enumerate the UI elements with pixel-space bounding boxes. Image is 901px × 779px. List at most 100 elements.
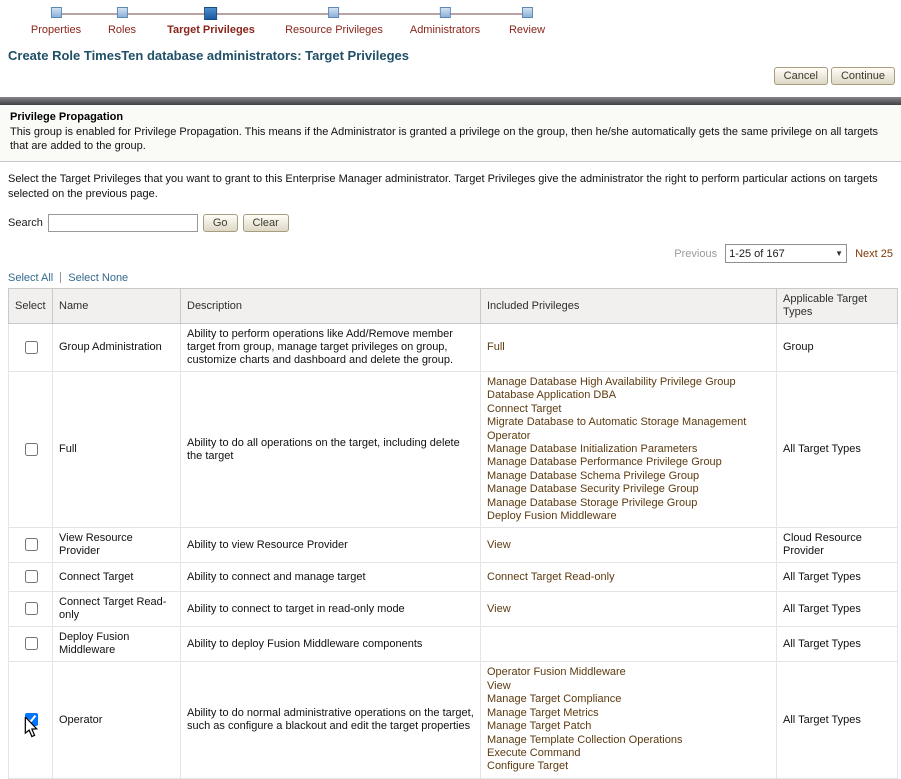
row-select-checkbox[interactable] bbox=[24, 442, 38, 456]
train-step-marker bbox=[50, 7, 62, 18]
included-privileges-cell: View bbox=[480, 527, 777, 564]
privilege-name-cell: Group Administration bbox=[52, 323, 181, 372]
chevron-down-icon: ▼ bbox=[835, 249, 844, 258]
included-privilege-item: Manage Target Metrics bbox=[487, 706, 599, 719]
pagination-next[interactable]: Next 25 bbox=[855, 248, 893, 260]
train-step-review[interactable]: Review bbox=[509, 7, 545, 36]
row-select-cell bbox=[8, 591, 53, 628]
row-select-checkbox[interactable] bbox=[24, 340, 38, 354]
instructions-text: Select the Target Privileges that you wa… bbox=[8, 173, 878, 200]
row-select-checkbox[interactable] bbox=[24, 538, 38, 552]
included-privilege-item: Manage Database Schema Privilege Group bbox=[487, 469, 700, 482]
privilege-description-cell: Ability to connect to target in read-onl… bbox=[180, 591, 481, 628]
page-title: Create Role TimesTen database administra… bbox=[8, 48, 409, 63]
table-body: Group Administration Ability to perform o… bbox=[8, 323, 898, 779]
row-select-cell bbox=[8, 323, 53, 372]
row-select-checkbox[interactable] bbox=[24, 602, 38, 616]
column-header-description: Description bbox=[180, 288, 481, 324]
included-privilege-item: Manage Database Storage Privilege Group bbox=[487, 496, 698, 509]
privilege-description-cell: Ability to perform operations like Add/R… bbox=[180, 323, 481, 372]
train-step-marker bbox=[439, 7, 451, 18]
wizard-train: Properties Roles Target Privileges Resou… bbox=[0, 0, 901, 46]
included-privilege-item: Migrate Database to Automatic Storage Ma… bbox=[487, 416, 747, 429]
applicable-target-types-cell: Group bbox=[776, 323, 898, 372]
included-privilege-item: Manage Target Compliance bbox=[487, 693, 622, 706]
train-step-target-privileges[interactable]: Target Privileges bbox=[167, 7, 255, 36]
included-privileges-cell bbox=[480, 626, 777, 663]
table-header-row: Select Name Description Included Privile… bbox=[8, 288, 898, 324]
privilege-name-cell: Connect Target bbox=[52, 562, 181, 593]
continue-button[interactable]: Continue bbox=[830, 67, 895, 85]
table-row: Group Administration Ability to perform o… bbox=[8, 323, 898, 372]
pagination: Previous 1-25 of 167 ▼ Next 25 bbox=[0, 244, 893, 263]
included-privileges-cell: Connect Target Read-only bbox=[480, 562, 777, 593]
included-privilege-item: Manage Database Security Privilege Group bbox=[487, 483, 699, 496]
search-input[interactable] bbox=[47, 214, 198, 232]
table-row: Deploy Fusion Middleware Ability to deplo… bbox=[8, 626, 898, 663]
table-row: Connect Target Read-only Ability to conne… bbox=[8, 591, 898, 628]
included-privilege-item: Deploy Fusion Middleware bbox=[487, 510, 617, 523]
table-row: Full Ability to do all operations on the … bbox=[8, 370, 898, 529]
included-privilege-item: Manage Database Initialization Parameter… bbox=[487, 443, 698, 456]
included-privileges-cell: Operator Fusion Middleware View Manage Tar… bbox=[480, 661, 777, 779]
train-step-resource-privileges[interactable]: Resource Privileges bbox=[285, 7, 383, 36]
privilege-propagation-panel: Privilege Propagation This group is enab… bbox=[0, 105, 901, 162]
row-select-cell bbox=[8, 370, 53, 529]
included-privilege-item: Execute Command bbox=[487, 746, 581, 759]
row-select-cell bbox=[8, 661, 53, 779]
select-all-link[interactable]: Select All bbox=[8, 272, 53, 284]
included-privilege-item: View bbox=[487, 538, 511, 551]
row-select-checkbox[interactable] bbox=[24, 570, 38, 584]
included-privileges-cell: View bbox=[480, 591, 777, 628]
search-label: Search bbox=[8, 217, 43, 229]
select-none-link[interactable]: Select None bbox=[68, 272, 128, 284]
search-row: Search Go Clear bbox=[8, 214, 901, 232]
row-select-checkbox[interactable] bbox=[24, 713, 38, 727]
included-privileges-cell: Manage Database High Availability Privil… bbox=[480, 370, 777, 529]
link-divider bbox=[60, 272, 62, 283]
train-step-label: Roles bbox=[107, 24, 137, 36]
privilege-name-cell: Operator bbox=[52, 661, 181, 779]
privilege-description-cell: Ability to connect and manage target bbox=[180, 562, 481, 593]
privilege-name-cell: View Resource Provider bbox=[52, 527, 181, 564]
row-select-checkbox[interactable] bbox=[24, 637, 38, 651]
column-header-select: Select bbox=[8, 288, 53, 324]
table-row: View Resource Provider Ability to view Re… bbox=[8, 527, 898, 564]
clear-button[interactable]: Clear bbox=[242, 214, 289, 232]
selection-links: Select All Select None bbox=[8, 272, 901, 284]
train-step-label: Review bbox=[508, 24, 546, 36]
train-step-administrators[interactable]: Administrators bbox=[410, 7, 480, 36]
privilege-propagation-text: This group is enabled for Privilege Prop… bbox=[10, 126, 879, 152]
privilege-description-cell: Ability to do all operations on the targ… bbox=[180, 370, 481, 529]
privilege-description-cell: Ability to view Resource Provider bbox=[180, 527, 481, 564]
train-step-roles[interactable]: Roles bbox=[108, 7, 136, 36]
row-select-cell bbox=[8, 562, 53, 593]
row-select-cell bbox=[8, 527, 53, 564]
applicable-target-types-cell: All Target Types bbox=[776, 661, 898, 779]
train-step-properties[interactable]: Properties bbox=[31, 7, 81, 36]
page-range-value: 1-25 of 167 bbox=[729, 247, 785, 260]
included-privilege-item: Database Application DBA bbox=[487, 389, 617, 402]
included-privilege-item: Operator Fusion Middleware bbox=[487, 666, 626, 679]
included-privilege-item: Connect Target bbox=[487, 402, 562, 415]
go-button[interactable]: Go bbox=[202, 214, 238, 232]
privilege-name-cell: Full bbox=[52, 370, 181, 529]
privilege-name-cell: Connect Target Read-only bbox=[52, 591, 181, 628]
applicable-target-types-cell: All Target Types bbox=[776, 591, 898, 628]
applicable-target-types-cell: All Target Types bbox=[776, 562, 898, 593]
train-step-marker bbox=[328, 7, 340, 18]
column-header-name: Name bbox=[52, 288, 181, 324]
cancel-button[interactable]: Cancel bbox=[773, 67, 828, 85]
included-privilege-item: Manage Database Performance Privilege Gr… bbox=[487, 456, 722, 469]
privileges-table: Select Name Description Included Privile… bbox=[8, 288, 898, 779]
applicable-target-types-cell: All Target Types bbox=[776, 370, 898, 529]
train-step-label: Target Privileges bbox=[167, 24, 255, 36]
train-step-marker bbox=[521, 7, 533, 18]
applicable-target-types-cell: All Target Types bbox=[776, 626, 898, 663]
train-step-marker bbox=[204, 7, 218, 20]
privilege-description-cell: Ability to do normal administrative oper… bbox=[180, 661, 481, 779]
page-range-select[interactable]: 1-25 of 167 ▼ bbox=[725, 244, 848, 263]
train-step-label: Administrators bbox=[409, 24, 481, 36]
train-step-label: Resource Privileges bbox=[285, 24, 383, 36]
train-step-label: Properties bbox=[30, 24, 82, 36]
